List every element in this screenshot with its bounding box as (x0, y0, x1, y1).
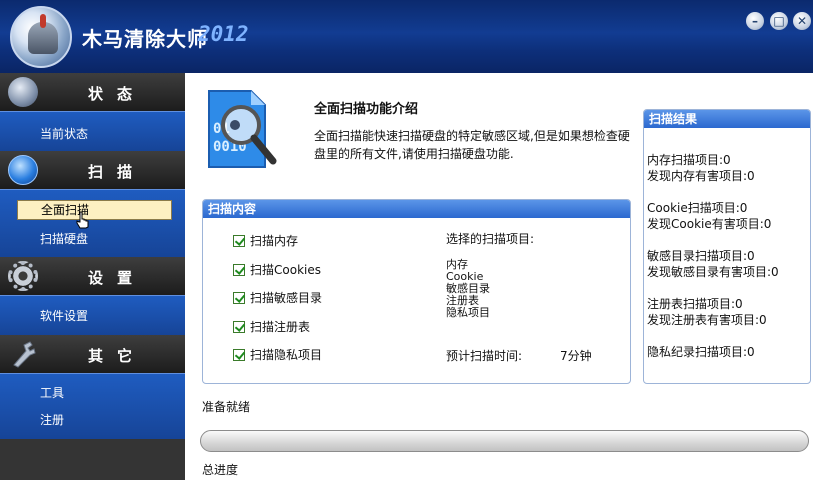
scan-content-header: 扫描内容 (203, 200, 630, 218)
result-line: 发现注册表有害项目:0 (647, 313, 767, 327)
result-line: Cookie扫描项目:0 (647, 201, 748, 215)
section-settings-body: 软件设置 (0, 295, 185, 335)
result-line: 发现Cookie有害项目:0 (647, 217, 772, 231)
option-label: 扫描敏感目录 (250, 291, 323, 305)
section-status-body: 当前状态 (0, 111, 185, 151)
total-progress-bar (200, 430, 809, 452)
wrench-tools-icon (13, 341, 36, 368)
option-label: 扫描内存 (250, 234, 299, 248)
option-scan-privacy[interactable]: 扫描隐私项目 (233, 346, 322, 363)
nav-tools[interactable]: 工具 (40, 384, 64, 401)
section-status-label: 状态 (88, 85, 147, 103)
selected-item: 注册表 (446, 294, 479, 307)
section-scan-label: 扫描 (88, 163, 147, 181)
checkbox-checked-icon[interactable] (233, 235, 245, 247)
nav-software-settings[interactable]: 软件设置 (40, 307, 88, 324)
selected-item: 隐私项目 (446, 306, 490, 319)
section-other-label: 其它 (88, 347, 147, 365)
maximize-button[interactable]: □ (770, 12, 788, 30)
section-scan-header[interactable]: 扫描 (0, 151, 185, 189)
nav-current-status[interactable]: 当前状态 (40, 125, 88, 142)
status-text: 准备就绪 (202, 400, 251, 414)
intro-title: 全面扫描功能介绍 (314, 102, 419, 117)
section-scan-body: 全面扫描 扫描硬盘 (0, 189, 185, 257)
minimize-button[interactable]: – (746, 12, 764, 30)
scan-results-header: 扫描结果 (644, 110, 810, 128)
nav-disk-scan[interactable]: 扫描硬盘 (40, 230, 88, 247)
result-line: 内存扫描项目:0 (647, 153, 731, 167)
magnifier-document-icon: 01 0010 (208, 90, 277, 168)
option-label: 扫描注册表 (250, 320, 311, 334)
hand-cursor-icon (76, 211, 89, 229)
progress-label: 总进度 (202, 463, 239, 477)
intro-text: 全面扫描能快速扫描硬盘的特定敏感区域,但是如果想检查硬盘里的所有文件,请使用扫描… (314, 129, 630, 161)
result-line: 敏感目录扫描项目:0 (647, 249, 755, 263)
section-settings-header[interactable]: 设置 (0, 257, 185, 295)
trojan-helmet-icon (10, 6, 72, 68)
checkbox-checked-icon[interactable] (233, 349, 245, 361)
gear-icon (8, 261, 38, 291)
option-scan-memory[interactable]: 扫描内存 (233, 232, 298, 249)
option-label: 扫描隐私项目 (250, 348, 323, 362)
title-bar: 木马清除大师 2012 – □ ✕ (0, 0, 813, 73)
option-scan-cookies[interactable]: 扫描Cookies (233, 261, 321, 278)
eta-label: 预计扫描时间: (446, 349, 523, 363)
globe-scan-icon (8, 155, 38, 185)
helmet-icon (8, 77, 38, 107)
selected-items-label: 选择的扫描项目: (446, 232, 535, 246)
result-line: 发现内存有害项目:0 (647, 169, 755, 183)
result-line: 隐私纪录扫描项目:0 (647, 345, 755, 359)
selected-item: Cookie (446, 270, 484, 283)
result-line: 注册表扫描项目:0 (647, 297, 743, 311)
option-scan-sensitive-dirs[interactable]: 扫描敏感目录 (233, 289, 322, 306)
section-other-body: 工具 注册 (0, 373, 185, 439)
result-line: 发现敏感目录有害项目:0 (647, 265, 779, 279)
nav-register[interactable]: 注册 (40, 411, 64, 428)
checkbox-checked-icon[interactable] (233, 321, 245, 333)
checkbox-checked-icon[interactable] (233, 292, 245, 304)
app-title: 木马清除大师 (82, 27, 208, 51)
eta-value: 7分钟 (560, 349, 592, 363)
section-settings-label: 设置 (88, 269, 147, 287)
sidebar: 状态 当前状态 扫描 全面扫描 扫描硬盘 设置 软件设置 其它 工具 注册 (0, 73, 185, 480)
selected-item: 内存 (446, 258, 468, 271)
option-label: 扫描Cookies (250, 263, 321, 277)
close-button[interactable]: ✕ (793, 12, 811, 30)
section-status-header[interactable]: 状态 (0, 73, 185, 111)
section-other-header[interactable]: 其它 (0, 335, 185, 373)
app-year: 2012 (198, 22, 249, 46)
option-scan-registry[interactable]: 扫描注册表 (233, 318, 310, 335)
checkbox-checked-icon[interactable] (233, 264, 245, 276)
nav-full-scan[interactable]: 全面扫描 (17, 200, 172, 220)
selected-item: 敏感目录 (446, 282, 490, 295)
